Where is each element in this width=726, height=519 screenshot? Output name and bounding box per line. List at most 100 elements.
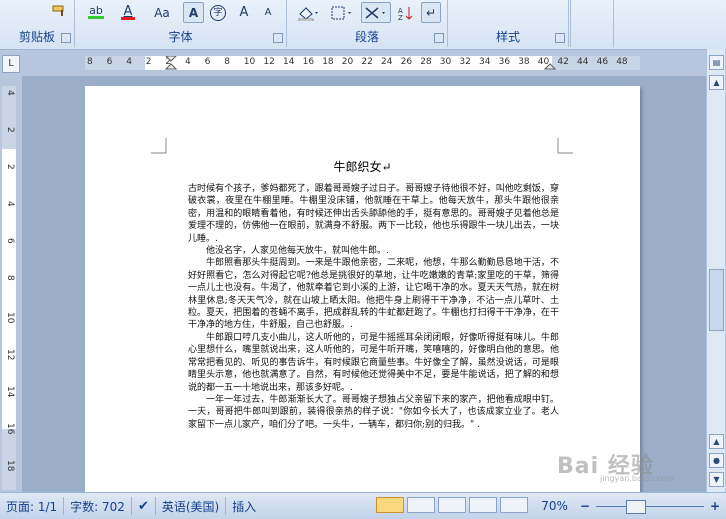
ruler-number: 48	[616, 57, 628, 67]
styles-launcher-button[interactable]	[555, 33, 565, 43]
character-shading-button[interactable]: A	[183, 2, 204, 23]
change-case-label: Aa	[154, 5, 170, 20]
previous-page-button[interactable]: ▲	[709, 434, 724, 449]
ribbon: 剪贴板 ab A Aa A 字 A A 字体 A Z ↵ 段落 样式	[0, 0, 726, 50]
format-painter-icon	[52, 5, 64, 16]
ruler-number: 14	[5, 386, 15, 398]
view-buttons	[370, 496, 535, 516]
tab-selector-button[interactable]: L	[2, 55, 20, 73]
font-group-label: 字体	[168, 30, 193, 44]
crop-mark-top-left-icon	[151, 138, 167, 154]
zoom-level[interactable]: 70%	[535, 499, 574, 513]
shading-button[interactable]	[293, 2, 323, 23]
font-color-bar	[121, 16, 135, 20]
ruler-number: 46	[596, 57, 609, 67]
document-page[interactable]: 牛郎织女↵ 古时候有个孩子，爹妈都死了，跟着哥哥嫂子过日子。哥哥嫂子待他很不好，…	[85, 86, 640, 498]
page-count[interactable]: 页面: 1/1	[0, 498, 63, 515]
vertical-ruler[interactable]: 4 2 2 4 6 8 10 12 14 16 18	[2, 86, 16, 490]
ruler-number: 4	[185, 57, 191, 67]
paragraph-3: 牛郎照看那头牛挺周到。一来是牛跟他亲密，二来呢，他想，牛那么勤勤恳恳地干活，不好…	[188, 258, 559, 331]
sort-icon: AZ	[398, 6, 413, 21]
ruler-number: 20	[341, 57, 354, 67]
highlight-label: ab	[89, 4, 103, 17]
ruler-number: 6	[5, 238, 15, 244]
zoom-slider-track	[595, 506, 704, 507]
borders-button[interactable]	[327, 2, 357, 23]
font-color-label: A	[123, 3, 133, 19]
ruler-number: 2	[145, 57, 152, 67]
shrink-font-button[interactable]: A	[257, 2, 279, 23]
status-bar: 页面: 1/1 字数: 702 ✔ 英语(美国) 插入 70% − +	[0, 492, 726, 519]
chinese-layout-button[interactable]	[361, 2, 391, 23]
full-screen-reading-view-button[interactable]	[407, 496, 436, 513]
clipboard-group: 剪贴板	[0, 0, 75, 47]
ruler-number: 30	[439, 57, 452, 67]
paragraph-5: 一年一年过去，牛郎渐渐长大了。哥哥嫂子想独占父亲留下来的家产，把他看成眼中钉。一…	[188, 394, 559, 430]
svg-text:Z: Z	[398, 14, 403, 21]
paragraph-2: 他没名字，人家见他每天放牛，就叫他牛郎。.	[206, 246, 389, 257]
web-layout-view-button[interactable]	[438, 496, 467, 513]
watermark-url: jingyan.baidu.com	[600, 474, 674, 483]
language-indicator[interactable]: 英语(美国)	[156, 498, 225, 515]
insert-mode-indicator[interactable]: 插入	[226, 498, 262, 515]
ruler-number: 4	[5, 90, 15, 96]
grow-font-button[interactable]: A	[233, 2, 255, 23]
ruler-number: 2	[5, 127, 15, 133]
format-painter-button[interactable]	[50, 0, 68, 21]
ruler-number: 42	[557, 57, 569, 67]
highlight-button[interactable]: ab	[81, 2, 111, 23]
ruler-number: 34	[479, 57, 491, 67]
ruler-number: 4	[5, 201, 15, 207]
scroll-up-button[interactable]: ▲	[709, 75, 724, 90]
ruler-number: 12	[263, 57, 275, 67]
enclose-character-label: 字	[210, 4, 226, 21]
print-layout-view-button[interactable]	[376, 496, 405, 513]
sort-button[interactable]: AZ	[395, 2, 417, 23]
paragraph-4: 牛郎跟口哼几支小曲儿，这人听他的，可是牛摇摇耳朵闭闭眼，好像听得挺有味儿。牛郎心…	[188, 332, 559, 393]
ruler-number: 10	[243, 57, 256, 67]
zoom-slider-knob[interactable]	[625, 500, 646, 514]
zoom-in-button[interactable]: +	[704, 499, 726, 513]
paragraph-group: AZ ↵ 段落	[287, 0, 448, 47]
indent-marker-icon[interactable]	[165, 56, 177, 70]
draft-view-button[interactable]	[500, 496, 529, 513]
document-body[interactable]: 古时候有个孩子，爹妈都死了，跟着哥哥嫂子过日子。哥哥嫂子待他很不好，叫他吃剩饭，…	[188, 183, 559, 431]
ruler-number: 44	[577, 57, 589, 67]
scroll-thumb[interactable]	[709, 269, 724, 331]
font-color-button[interactable]: A	[115, 2, 141, 23]
browse-object-button[interactable]: ●	[709, 453, 724, 468]
zoom-slider[interactable]	[595, 499, 704, 514]
character-shading-label: A	[188, 5, 199, 20]
ruler-number: 6	[204, 57, 211, 67]
zoom-out-button[interactable]: −	[574, 499, 596, 513]
vertical-scrollbar[interactable]: ▤ ▲ ▲ ● ▼	[706, 49, 725, 492]
clipboard-launcher-button[interactable]	[61, 33, 71, 43]
ruler-number: 10	[5, 312, 15, 324]
ruler-number: 8	[87, 57, 93, 67]
ruler-number: 4	[126, 57, 132, 67]
shading-bucket-icon	[298, 6, 318, 21]
ruler-number: 32	[459, 57, 471, 67]
ruler-number: 36	[498, 57, 511, 67]
word-count[interactable]: 字数: 702	[64, 498, 131, 515]
styles-group: 样式	[448, 0, 569, 47]
paragraph-launcher-button[interactable]	[434, 33, 444, 43]
chinese-layout-icon	[365, 6, 385, 19]
horizontal-ruler[interactable]: 8 6 4 2 2 4 6 8 10 12 14 16 18 20 22 24 26 28 30 32 34 36 38 40…	[85, 56, 640, 70]
proofing-icon[interactable]: ✔	[132, 499, 155, 514]
right-indent-marker-icon[interactable]	[544, 56, 556, 70]
enclose-character-button[interactable]: 字	[207, 2, 229, 23]
paragraph-mark-icon: ↵	[425, 5, 437, 20]
paragraph-1: 古时候有个孩子，爹妈都死了，跟着哥哥嫂子过日子。哥哥嫂子待他很不好，叫他吃剩饭，…	[188, 184, 559, 244]
next-page-button[interactable]: ▼	[709, 472, 724, 487]
show-marks-button[interactable]: ↵	[421, 2, 441, 23]
crop-mark-top-right-icon	[557, 138, 573, 154]
outline-view-button[interactable]	[469, 496, 498, 513]
grow-font-label: A	[239, 5, 249, 20]
font-launcher-button[interactable]	[273, 33, 283, 43]
change-case-button[interactable]: Aa	[147, 2, 177, 23]
ruler-number: 2	[5, 164, 15, 170]
ruler-number: 38	[518, 57, 530, 67]
ruler-toggle-button[interactable]: ▤	[709, 55, 724, 70]
paragraph-group-label: 段落	[354, 30, 379, 44]
